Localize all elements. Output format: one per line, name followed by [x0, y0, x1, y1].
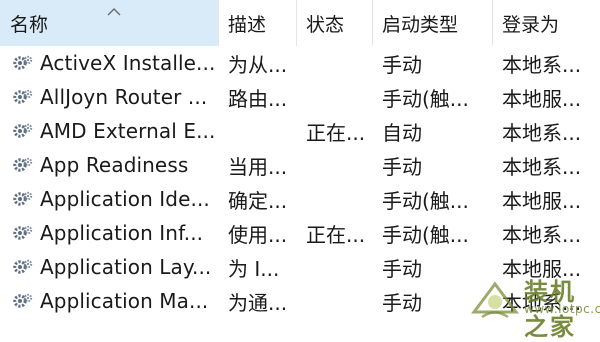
gear-icon [13, 55, 33, 70]
table-row[interactable]: AMD External E... 正在... 自动 本地系... [0, 114, 600, 148]
service-name: Application Lay... [40, 255, 212, 279]
column-header-name-label: 名称 [10, 13, 49, 36]
column-header-start-label: 启动类型 [382, 13, 459, 36]
service-startup-type: 手动(触... [382, 86, 469, 111]
gear-icon [13, 293, 33, 308]
service-description: 为通... [228, 290, 288, 315]
service-description: 使用... [228, 222, 288, 247]
gear-icon [13, 191, 33, 206]
table-row[interactable]: ActiveX Installe... 为从... 手动 本地系... [0, 46, 600, 80]
table-row[interactable]: App Readiness 当用... 手动 本地系... [0, 148, 600, 182]
service-status: 正在... [306, 120, 366, 145]
service-name: Application Ma... [40, 289, 209, 313]
service-status [306, 284, 372, 318]
service-description: 为从... [228, 52, 288, 77]
watermark-logo-icon [471, 281, 519, 319]
service-description [228, 114, 298, 148]
service-status [306, 80, 372, 114]
table-row[interactable]: Application Inf... 使用... 正在... 手动(触... 本… [0, 216, 600, 250]
service-name: Application Ide... [40, 187, 210, 211]
service-status [306, 182, 372, 216]
service-logon-as: 本地系... [502, 154, 582, 179]
gear-icon [13, 89, 33, 104]
column-header-status-label: 状态 [306, 13, 345, 36]
service-startup-type: 手动 [382, 154, 422, 179]
service-startup-type: 手动(触... [382, 222, 469, 247]
table-row[interactable]: AllJoyn Router ... 路由... 手动(触... 本地服... [0, 80, 600, 114]
service-name: AMD External E... [40, 119, 216, 143]
watermark: 装机之家 www.lotpc.com [468, 272, 600, 341]
service-description: 当用... [228, 154, 288, 179]
service-logon-as: 本地系... [502, 120, 582, 145]
service-startup-type: 自动 [382, 120, 422, 145]
service-description: 为 I... [228, 256, 280, 281]
column-header-desc-label: 描述 [228, 13, 267, 36]
table-row[interactable]: Application Ide... 确定... 手动(触... 本地服... [0, 182, 600, 216]
service-name: App Readiness [40, 153, 189, 177]
column-header-bar: 名称 描述 状态 启动类型 登录为 [0, 0, 600, 46]
service-name: ActiveX Installe... [40, 51, 216, 75]
service-logon-as: 本地服... [502, 188, 582, 213]
column-header-name[interactable]: 名称 [0, 0, 219, 46]
column-header-start[interactable]: 启动类型 [373, 0, 493, 46]
service-status [306, 250, 372, 284]
service-startup-type: 手动(触... [382, 188, 469, 213]
column-header-logon-label: 登录为 [502, 13, 560, 36]
sort-ascending-icon [107, 8, 121, 16]
gear-icon [13, 157, 33, 172]
service-startup-type: 手动 [382, 52, 422, 77]
watermark-url: www.lotpc.com [524, 302, 600, 316]
service-status: 正在... [306, 222, 366, 247]
service-name: AllJoyn Router ... [40, 85, 208, 109]
column-header-status[interactable]: 状态 [297, 0, 373, 46]
gear-icon [13, 259, 33, 274]
column-header-desc[interactable]: 描述 [219, 0, 297, 46]
service-status [306, 46, 372, 80]
service-logon-as: 本地系... [502, 52, 582, 77]
service-status [306, 148, 372, 182]
gear-icon [13, 225, 33, 240]
gear-icon [13, 123, 33, 138]
service-name: Application Inf... [40, 221, 204, 245]
service-description: 路由... [228, 86, 288, 111]
service-logon-as: 本地系... [502, 222, 582, 247]
column-header-logon[interactable]: 登录为 [493, 0, 600, 46]
service-logon-as: 本地服... [502, 86, 582, 111]
service-description: 确定... [228, 188, 288, 213]
